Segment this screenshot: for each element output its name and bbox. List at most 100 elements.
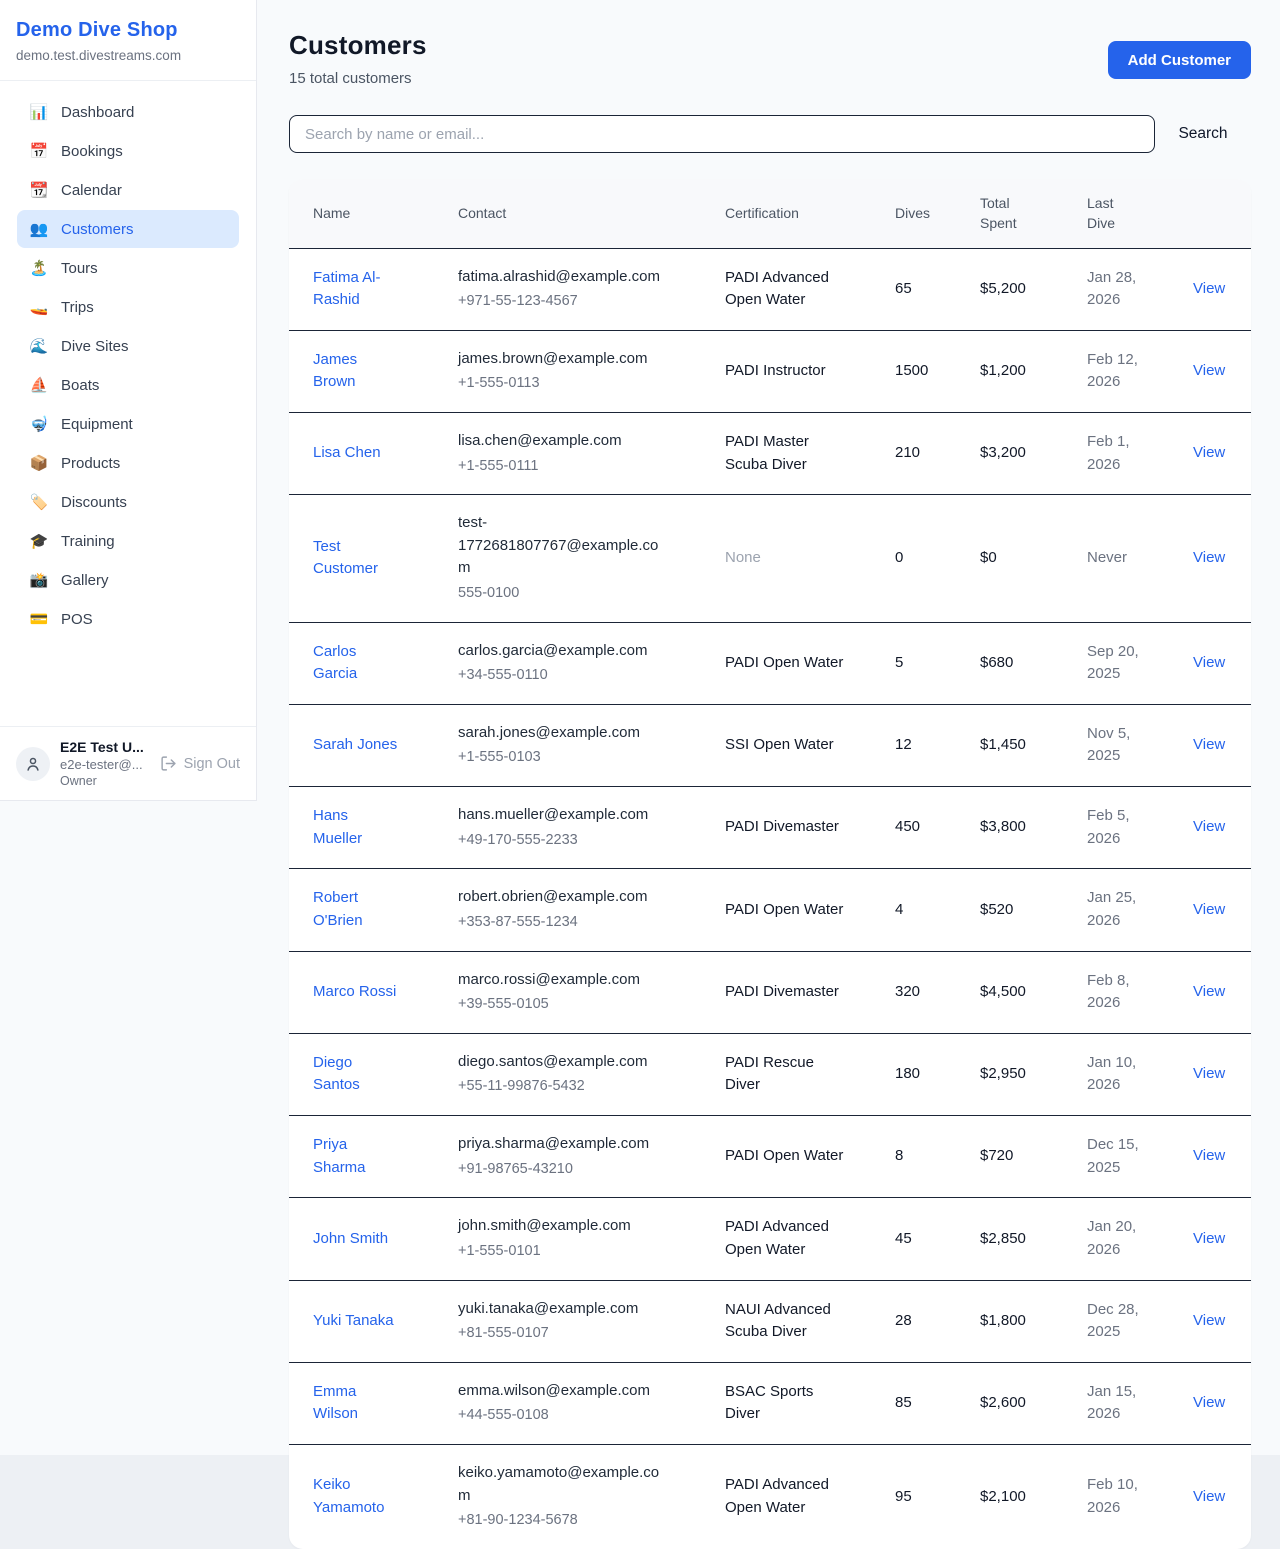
customer-last-dive: Dec 28, 2025 xyxy=(1087,1301,1139,1341)
table-row: Carlos Garcia carlos.garcia@example.com … xyxy=(289,622,1251,704)
training-icon: 🎓 xyxy=(29,532,49,550)
view-customer-link[interactable]: View xyxy=(1193,1147,1225,1164)
view-customer-link[interactable]: View xyxy=(1193,901,1225,918)
customer-name-link[interactable]: Yuki Tanaka xyxy=(313,1312,394,1329)
sidebar-item-calendar[interactable]: 📆 Calendar xyxy=(17,171,239,209)
customer-name-link[interactable]: James Brown xyxy=(313,351,357,391)
view-customer-link[interactable]: View xyxy=(1193,983,1225,1000)
customer-dives: 180 xyxy=(895,1065,920,1082)
sign-out-button[interactable]: Sign Out xyxy=(160,755,240,772)
customer-name-link[interactable]: Fatima Al-Rashid xyxy=(313,269,381,309)
customer-last-dive: Dec 15, 2025 xyxy=(1087,1136,1139,1176)
customer-total-spent: $520 xyxy=(980,901,1013,918)
customer-certification: PADI Master Scuba Diver xyxy=(725,433,809,473)
customer-total-spent: $2,600 xyxy=(980,1394,1026,1411)
table-row: Diego Santos diego.santos@example.com +5… xyxy=(289,1033,1251,1115)
gallery-icon: 📸 xyxy=(29,571,49,589)
customer-name-link[interactable]: John Smith xyxy=(313,1230,388,1247)
sidebar-item-products[interactable]: 📦 Products xyxy=(17,444,239,482)
customer-total-spent: $2,100 xyxy=(980,1488,1026,1505)
bookings-icon: 📅 xyxy=(29,142,49,160)
customer-name-link[interactable]: Keiko Yamamoto xyxy=(313,1476,384,1516)
customer-name-link[interactable]: Sarah Jones xyxy=(313,736,397,753)
customer-phone: +1-555-0101 xyxy=(458,1241,668,1263)
sidebar-item-discounts[interactable]: 🏷️ Discounts xyxy=(17,483,239,521)
customer-certification: PADI Divemaster xyxy=(725,983,839,1000)
view-customer-link[interactable]: View xyxy=(1193,1230,1225,1247)
customer-certification: PADI Advanced Open Water xyxy=(725,1218,829,1258)
customer-certification: PADI Instructor xyxy=(725,362,826,379)
search-input[interactable] xyxy=(289,115,1155,153)
view-customer-link[interactable]: View xyxy=(1193,1488,1225,1505)
view-customer-link[interactable]: View xyxy=(1193,736,1225,753)
table-row: Lisa Chen lisa.chen@example.com +1-555-0… xyxy=(289,413,1251,495)
column-header-total-spent: Total Spent xyxy=(980,179,1087,248)
tours-icon: 🏝️ xyxy=(29,259,49,277)
view-customer-link[interactable]: View xyxy=(1193,1312,1225,1329)
dashboard-icon: 📊 xyxy=(29,103,49,121)
view-customer-link[interactable]: View xyxy=(1193,818,1225,835)
view-customer-link[interactable]: View xyxy=(1193,280,1225,297)
view-customer-link[interactable]: View xyxy=(1193,1394,1225,1411)
search-button[interactable]: Search xyxy=(1155,125,1251,143)
column-header-name: Name xyxy=(289,179,458,248)
customer-name-link[interactable]: Hans Mueller xyxy=(313,807,362,847)
view-customer-link[interactable]: View xyxy=(1193,362,1225,379)
sidebar-item-dive-sites[interactable]: 🌊 Dive Sites xyxy=(17,327,239,365)
customer-name-link[interactable]: Emma Wilson xyxy=(313,1383,358,1423)
sidebar-item-bookings[interactable]: 📅 Bookings xyxy=(17,132,239,170)
table-row: Yuki Tanaka yuki.tanaka@example.com +81-… xyxy=(289,1280,1251,1362)
customer-name-link[interactable]: Test Customer xyxy=(313,538,378,578)
view-customer-link[interactable]: View xyxy=(1193,1065,1225,1082)
customer-phone: +1-555-0111 xyxy=(458,456,668,478)
customer-dives: 450 xyxy=(895,818,920,835)
table-row: Emma Wilson emma.wilson@example.com +44-… xyxy=(289,1362,1251,1444)
view-customer-link[interactable]: View xyxy=(1193,654,1225,671)
sidebar-item-tours[interactable]: 🏝️ Tours xyxy=(17,249,239,287)
customer-phone: +81-555-0107 xyxy=(458,1323,668,1345)
customer-phone: +1-555-0103 xyxy=(458,747,668,769)
customer-last-dive: Feb 12, 2026 xyxy=(1087,351,1138,391)
customer-certification: PADI Open Water xyxy=(725,901,843,918)
customer-total-spent: $3,200 xyxy=(980,444,1026,461)
customer-name-link[interactable]: Robert O'Brien xyxy=(313,889,363,929)
table-row: Marco Rossi marco.rossi@example.com +39-… xyxy=(289,951,1251,1033)
table-row: Test Customer test-1772681807767@example… xyxy=(289,495,1251,622)
page-title: Customers xyxy=(289,30,427,61)
boats-icon: ⛵ xyxy=(29,376,49,394)
customer-name-link[interactable]: Diego Santos xyxy=(313,1054,360,1094)
table-row: Sarah Jones sarah.jones@example.com +1-5… xyxy=(289,704,1251,786)
view-customer-link[interactable]: View xyxy=(1193,549,1225,566)
customer-name-link[interactable]: Carlos Garcia xyxy=(313,643,357,683)
sidebar-item-customers[interactable]: 👥 Customers xyxy=(17,210,239,248)
sidebar-item-trips[interactable]: 🚤 Trips xyxy=(17,288,239,326)
customer-certification: PADI Advanced Open Water xyxy=(725,269,829,309)
table-row: James Brown james.brown@example.com +1-5… xyxy=(289,330,1251,412)
customer-last-dive: Feb 5, 2026 xyxy=(1087,807,1130,847)
sidebar-item-training[interactable]: 🎓 Training xyxy=(17,522,239,560)
products-icon: 📦 xyxy=(29,454,49,472)
customer-certification: BSAC Sports Diver xyxy=(725,1383,813,1423)
sidebar-item-dashboard[interactable]: 📊 Dashboard xyxy=(17,93,239,131)
customer-phone: +1-555-0113 xyxy=(458,373,668,395)
customer-phone: +49-170-555-2233 xyxy=(458,830,668,852)
sidebar-item-gallery[interactable]: 📸 Gallery xyxy=(17,561,239,599)
customer-phone: +39-555-0105 xyxy=(458,994,668,1016)
add-customer-button[interactable]: Add Customer xyxy=(1108,41,1251,79)
customer-name-link[interactable]: Priya Sharma xyxy=(313,1136,366,1176)
customer-email: james.brown@example.com xyxy=(458,348,668,371)
customer-name-link[interactable]: Marco Rossi xyxy=(313,983,396,1000)
customer-last-dive: Jan 15, 2026 xyxy=(1087,1383,1136,1423)
sidebar-item-pos[interactable]: 💳 POS xyxy=(17,600,239,638)
user-email: e2e-tester@... xyxy=(60,757,150,772)
table-row: Priya Sharma priya.sharma@example.com +9… xyxy=(289,1116,1251,1198)
dive-sites-icon: 🌊 xyxy=(29,337,49,355)
shop-name: Demo Dive Shop xyxy=(16,19,240,42)
customer-count: 15 total customers xyxy=(289,70,427,87)
sidebar-item-boats[interactable]: ⛵ Boats xyxy=(17,366,239,404)
sign-out-label: Sign Out xyxy=(184,756,240,772)
view-customer-link[interactable]: View xyxy=(1193,444,1225,461)
page-header: Customers 15 total customers Add Custome… xyxy=(289,30,1251,87)
sidebar-item-equipment[interactable]: 🤿 Equipment xyxy=(17,405,239,443)
customer-name-link[interactable]: Lisa Chen xyxy=(313,444,381,461)
